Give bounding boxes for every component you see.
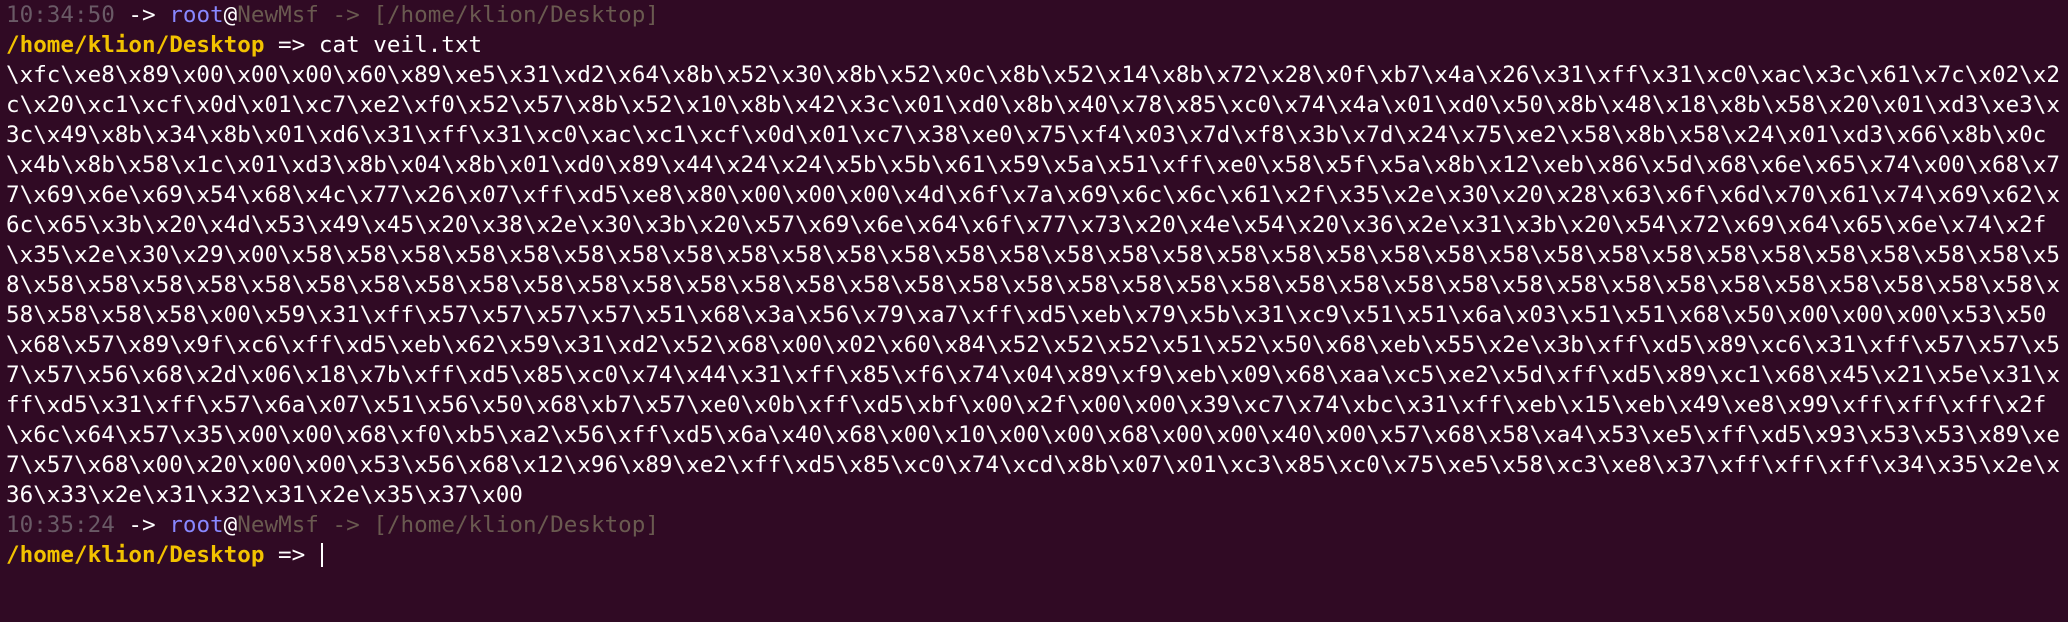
prompt-line-1: /home/klion/Desktop => cat veil.txt: [6, 30, 2062, 60]
timestamp: 10:34:50: [6, 2, 115, 28]
current-directory: /home/klion/Desktop: [6, 542, 265, 568]
text-cursor[interactable]: [320, 543, 323, 567]
hostname: NewMsf: [237, 2, 319, 28]
separator-arrow: ->: [114, 512, 170, 538]
separator-arrow: ->: [114, 2, 170, 28]
status-line-1: 10:34:50 -> root@NewMsf -> [/home/klion/…: [6, 0, 2062, 30]
timestamp: 10:35:24: [6, 512, 115, 538]
path-separator: ->: [318, 512, 374, 538]
path-bracket: [/home/klion/Desktop]: [373, 2, 659, 28]
prompt-arrow: =>: [264, 542, 319, 568]
status-line-2: 10:35:24 -> root@NewMsf -> [/home/klion/…: [6, 510, 2062, 540]
current-directory: /home/klion/Desktop: [6, 32, 265, 58]
path-separator: ->: [318, 2, 374, 28]
prompt-arrow: =>: [264, 32, 319, 58]
path-bracket: [/home/klion/Desktop]: [373, 512, 659, 538]
hostname: NewMsf: [237, 512, 319, 538]
username: root: [169, 2, 224, 28]
at-sign: @: [223, 2, 238, 28]
prompt-line-2[interactable]: /home/klion/Desktop =>: [6, 540, 2062, 570]
username: root: [169, 512, 224, 538]
command-output: \xfc\xe8\x89\x00\x00\x00\x60\x89\xe5\x31…: [6, 62, 2060, 508]
at-sign: @: [223, 512, 238, 538]
command-text: cat veil.txt: [318, 32, 483, 58]
terminal-window[interactable]: 10:34:50 -> root@NewMsf -> [/home/klion/…: [0, 0, 2068, 622]
